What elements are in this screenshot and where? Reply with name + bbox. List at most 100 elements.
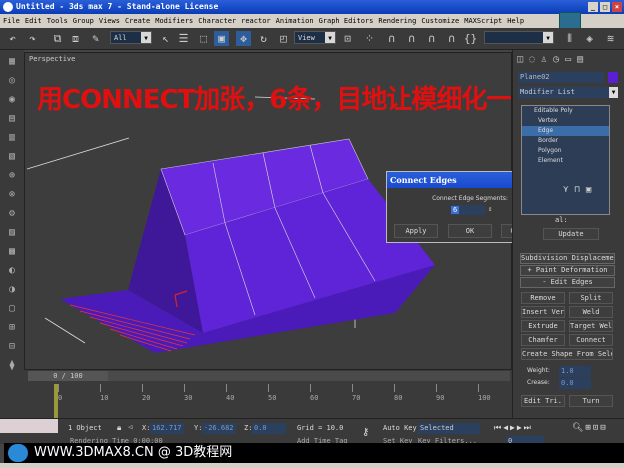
pivot-icon[interactable]: ⊡: [340, 31, 355, 46]
subdivision-displacement-rollout[interactable]: Subdivision Displacement: [520, 253, 615, 264]
turn-button[interactable]: Turn: [569, 395, 613, 407]
tool-icon[interactable]: ▧: [5, 150, 19, 164]
paint-deformation-rollout[interactable]: + Paint Deformation: [520, 265, 615, 276]
bind-space-warp-icon[interactable]: ✎: [88, 31, 103, 46]
tool-icon[interactable]: ◑: [5, 283, 19, 297]
viewport-label[interactable]: Perspective: [29, 55, 75, 63]
menu-graph-editors[interactable]: Graph Editors: [319, 17, 374, 25]
stack-item-editable-poly[interactable]: Editable Poly: [522, 106, 609, 116]
menu-modifiers[interactable]: Modifiers: [155, 17, 193, 25]
move-icon[interactable]: ✥: [236, 31, 251, 46]
ref-coord-dropdown[interactable]: View ▼: [294, 31, 336, 44]
key-icon[interactable]: ⚷: [362, 427, 369, 438]
layers-icon[interactable]: ≋: [603, 31, 618, 46]
menu-character[interactable]: Character: [198, 17, 236, 25]
object-color-swatch[interactable]: [608, 72, 618, 83]
y-coordinate[interactable]: -26.682: [202, 423, 236, 434]
stack-item-border[interactable]: Border: [522, 136, 609, 146]
undo-icon[interactable]: ↶: [5, 31, 20, 46]
playback-controls[interactable]: ⏮◀▶▶⏭: [494, 423, 533, 433]
unlink-icon[interactable]: ⧈: [68, 31, 83, 46]
menu-tools[interactable]: Tools: [47, 17, 68, 25]
redo-icon[interactable]: ↷: [25, 31, 40, 46]
named-selection-dropdown[interactable]: ▼: [484, 31, 554, 44]
stack-item-edge[interactable]: Edge: [522, 126, 609, 136]
time-slider[interactable]: 0 / 100: [28, 371, 108, 381]
maxscript-listener[interactable]: [0, 419, 58, 433]
rect-selection-icon[interactable]: ⬚: [196, 31, 211, 46]
absolute-mode-icon[interactable]: ◁: [128, 423, 132, 431]
weld-button[interactable]: Weld: [569, 306, 613, 318]
tool-icon[interactable]: ⊟: [5, 340, 19, 354]
menu-create[interactable]: Create: [125, 17, 150, 25]
weight-input[interactable]: 1.0: [559, 366, 591, 377]
menu-help[interactable]: Help: [507, 17, 524, 25]
tool-icon[interactable]: ◎: [5, 74, 19, 88]
stack-item-polygon[interactable]: Polygon: [522, 146, 609, 156]
tool-icon[interactable]: ◐: [5, 264, 19, 278]
target-weld-button[interactable]: Target Weld: [569, 320, 613, 332]
apply-button[interactable]: Apply: [394, 224, 438, 238]
select-icon[interactable]: ↖: [158, 31, 173, 46]
modifier-list-dropdown[interactable]: Modifier List ▼: [518, 87, 618, 98]
close-button[interactable]: ×: [612, 2, 622, 12]
menu-edit[interactable]: Edit: [25, 17, 42, 25]
z-coordinate[interactable]: 0.0: [252, 423, 286, 434]
tool-icon[interactable]: ⚙: [5, 207, 19, 221]
menu-file[interactable]: File: [3, 17, 20, 25]
tool-icon[interactable]: ⊞: [5, 321, 19, 335]
tool-icon[interactable]: ▩: [5, 245, 19, 259]
percent-snap-icon[interactable]: ∩: [424, 31, 439, 46]
stack-item-element[interactable]: Element: [522, 156, 609, 166]
angle-snap-icon[interactable]: ∩: [404, 31, 419, 46]
menu-views[interactable]: Views: [99, 17, 120, 25]
extrude-button[interactable]: Extrude: [521, 320, 565, 332]
menu-group[interactable]: Group: [73, 17, 94, 25]
tool-icon[interactable]: ▤: [5, 112, 19, 126]
maximize-button[interactable]: □: [600, 2, 610, 12]
x-coordinate[interactable]: 162.717: [150, 423, 184, 434]
update-button[interactable]: Update: [543, 228, 599, 240]
window-crossing-icon[interactable]: ▣: [214, 31, 229, 46]
key-mode-dropdown[interactable]: Selected: [418, 423, 480, 434]
snap-icon[interactable]: ∩: [384, 31, 399, 46]
split-button[interactable]: Split: [569, 292, 613, 304]
auto-key-button[interactable]: Auto Key: [383, 424, 417, 432]
viewport-nav-controls[interactable]: 🔍︎⊞⊡⊟: [572, 423, 608, 433]
menu-maxscript[interactable]: MAXScript: [464, 17, 502, 25]
tool-icon[interactable]: ⊗: [5, 188, 19, 202]
connect-button[interactable]: Connect: [569, 334, 613, 346]
select-by-name-icon[interactable]: ☰: [176, 31, 191, 46]
spinner-snap-icon[interactable]: ∩: [444, 31, 459, 46]
minimize-button[interactable]: _: [588, 2, 598, 12]
time-slider-track[interactable]: [108, 371, 510, 381]
tool-icon[interactable]: ⧫: [5, 359, 19, 373]
menu-customize[interactable]: Customize: [421, 17, 459, 25]
link-icon[interactable]: ⧉: [50, 31, 65, 46]
tool-icon[interactable]: ◉: [5, 93, 19, 107]
tool-icon[interactable]: ▢: [5, 302, 19, 316]
tool-icon[interactable]: ▦: [5, 55, 19, 69]
named-selection-icon[interactable]: {}: [463, 31, 478, 46]
mirror-icon[interactable]: ⫴: [562, 31, 577, 46]
insert-vertex-button[interactable]: Insert Vertex: [521, 306, 565, 318]
segments-spinner[interactable]: ⇕: [488, 205, 492, 213]
tool-icon[interactable]: ▨: [5, 226, 19, 240]
edit-triangulation-button[interactable]: Edit Tri.: [521, 395, 565, 407]
timeline-ruler[interactable]: 0 10 20 30 40 50 60 70 80 90 100: [58, 384, 498, 414]
ok-button[interactable]: OK: [448, 224, 492, 238]
scale-icon[interactable]: ◰: [276, 31, 291, 46]
command-panel-tabs[interactable]: ◫◌♙◷▭▤: [517, 54, 589, 65]
manipulate-icon[interactable]: ⁘: [362, 31, 377, 46]
create-shape-button[interactable]: Create Shape From Selection: [521, 348, 613, 360]
tool-icon[interactable]: ⊕: [5, 169, 19, 183]
selection-filter-dropdown[interactable]: All ▼: [110, 31, 152, 44]
object-name-field[interactable]: Plane02: [518, 72, 604, 83]
align-icon[interactable]: ◈: [582, 31, 597, 46]
tool-icon[interactable]: ▥: [5, 131, 19, 145]
chamfer-button[interactable]: Chamfer: [521, 334, 565, 346]
segments-input[interactable]: 6: [451, 205, 485, 215]
crease-input[interactable]: 0.0: [559, 378, 591, 389]
remove-button[interactable]: Remove: [521, 292, 565, 304]
rotate-icon[interactable]: ↻: [256, 31, 271, 46]
